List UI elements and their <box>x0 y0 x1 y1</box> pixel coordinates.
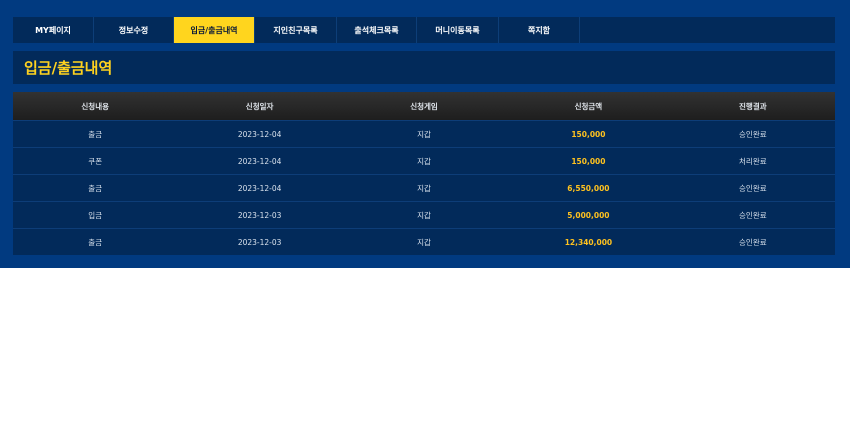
table-header: 신청내용 신청일자 신청게임 신청금액 진행결과 <box>13 92 835 120</box>
mypage-panel: MY페이지 정보수정 입금/출금내역 지인친구목록 출석체크목록 머니이동목록 … <box>0 0 850 268</box>
cell-status: 승인완료 <box>739 237 767 247</box>
tab-message-box[interactable]: 쪽지함 <box>499 17 580 43</box>
page-title: 입금/출금내역 <box>24 59 113 77</box>
table-row: 출금 2023-12-03 지갑 12,340,000 승인완료 <box>13 228 835 255</box>
cell-type: 출금 <box>88 237 103 247</box>
cell-date: 2023-12-04 <box>237 129 282 139</box>
history-table: 신청내용 신청일자 신청게임 신청금액 진행결과 출금 2023-12-04 지… <box>13 92 835 255</box>
table-row: 쿠폰 2023-12-04 지갑 150,000 처리완료 <box>13 147 835 174</box>
cell-amount: 150,000 <box>571 156 606 166</box>
cell-game: 지갑 <box>417 156 431 166</box>
header-type: 신청내용 <box>81 101 109 111</box>
table-row: 입금 2023-12-03 지갑 5,000,000 승인완료 <box>13 201 835 228</box>
tab-friend-list[interactable]: 지인친구목록 <box>255 17 337 43</box>
cell-amount: 150,000 <box>571 129 606 139</box>
header-amount: 신청금액 <box>574 101 603 111</box>
cell-game: 지갑 <box>417 210 431 220</box>
cell-amount: 5,000,000 <box>567 210 610 220</box>
cell-type: 출금 <box>88 183 103 193</box>
cell-status: 승인완료 <box>739 183 767 193</box>
cell-game: 지갑 <box>417 129 431 139</box>
cell-type: 쿠폰 <box>88 156 103 166</box>
cell-type: 입금 <box>88 210 103 220</box>
title-bar: 입금/출금내역 <box>13 51 835 84</box>
table-row: 출금 2023-12-04 지갑 6,550,000 승인완료 <box>13 174 835 201</box>
cell-amount: 6,550,000 <box>567 183 610 193</box>
cell-date: 2023-12-04 <box>237 183 282 193</box>
tab-money-transfer-list[interactable]: 머니이동목록 <box>417 17 499 43</box>
tab-edit-info[interactable]: 정보수정 <box>94 17 174 43</box>
cell-status: 승인완료 <box>739 129 767 139</box>
tab-bar: MY페이지 정보수정 입금/출금내역 지인친구목록 출석체크목록 머니이동목록 … <box>13 17 835 43</box>
cell-status: 승인완료 <box>739 210 767 220</box>
tab-mypage[interactable]: MY페이지 <box>13 17 94 43</box>
table-row: 출금 2023-12-04 지갑 150,000 승인완료 <box>13 120 835 147</box>
header-date: 신청일자 <box>245 101 274 111</box>
header-status: 진행결과 <box>739 101 767 111</box>
cell-date: 2023-12-03 <box>237 210 282 220</box>
cell-amount: 12,340,000 <box>564 237 613 247</box>
tab-attendance-list[interactable]: 출석체크목록 <box>337 17 417 43</box>
cell-game: 지갑 <box>417 183 431 193</box>
cell-game: 지갑 <box>417 237 431 247</box>
cell-status: 처리완료 <box>739 156 767 166</box>
cell-type: 출금 <box>88 129 103 139</box>
cell-date: 2023-12-04 <box>237 156 282 166</box>
header-game: 신청게임 <box>410 101 438 111</box>
cell-date: 2023-12-03 <box>237 237 282 247</box>
tab-deposit-withdraw-history[interactable]: 입금/출금내역 <box>174 17 255 43</box>
